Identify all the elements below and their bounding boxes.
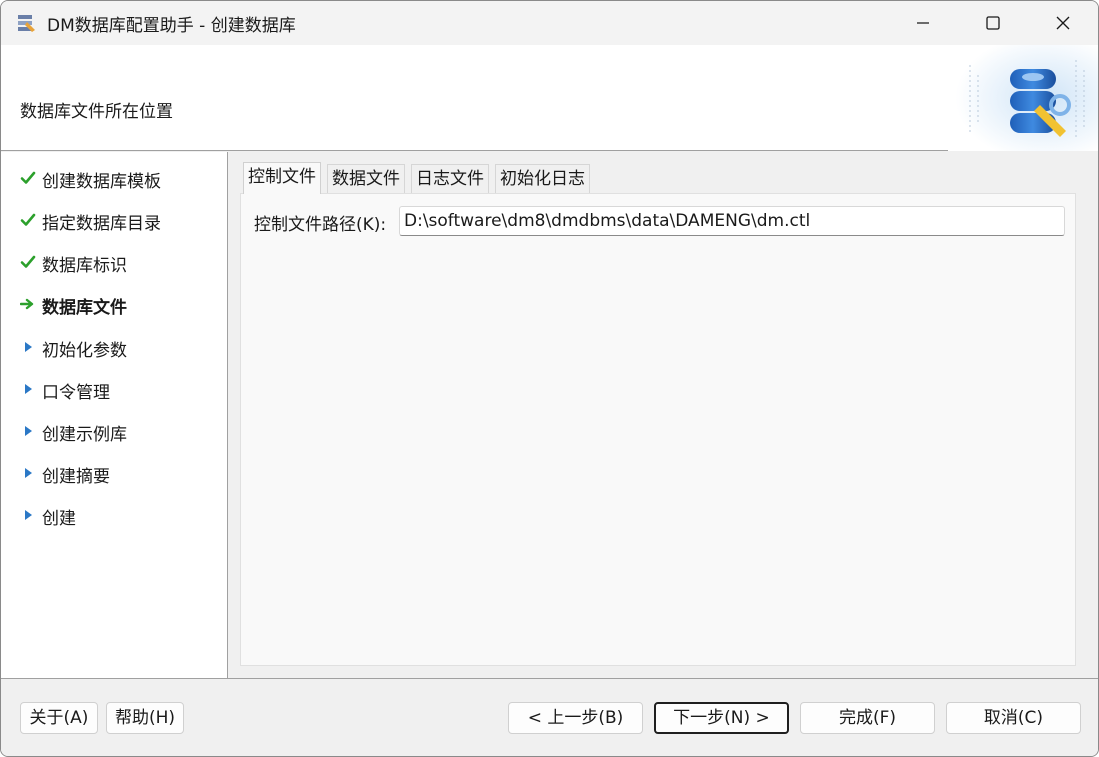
window-title: DM数据库配置助手 - 创建数据库 (47, 16, 296, 36)
content-area: 控制文件 数据文件 日志文件 初始化日志 控制文件路径(K): (229, 152, 1098, 678)
title-bar[interactable]: DM数据库配置助手 - 创建数据库 (1, 1, 1098, 45)
step-sample-db[interactable]: 创建示例库 (1, 416, 227, 446)
step-label: 初始化参数 (42, 341, 127, 361)
control-file-path-input[interactable] (399, 206, 1065, 236)
maximize-icon (986, 16, 1000, 30)
about-button[interactable]: 关于(A) (20, 702, 98, 734)
database-config-icon (948, 45, 1098, 151)
check-icon (20, 255, 36, 268)
step-db-identifier[interactable]: 数据库标识 (1, 247, 227, 277)
triangle-right-icon (25, 468, 32, 478)
wizard-steps-panel: 创建数据库模板 指定数据库目录 数据库标识 数据库文件 初始化参数 口令管理 创… (1, 152, 228, 678)
control-file-path-label: 控制文件路径(K): (254, 215, 387, 235)
triangle-right-icon (25, 426, 32, 436)
page-title: 数据库文件所在位置 (20, 102, 173, 122)
triangle-right-icon (25, 342, 32, 352)
header-banner: 数据库文件所在位置 (1, 45, 1098, 151)
step-label: 创建数据库模板 (42, 172, 161, 192)
step-label: 数据库文件 (42, 298, 127, 318)
app-icon (18, 15, 35, 32)
triangle-right-icon (25, 384, 32, 394)
right-arrow-icon (20, 298, 34, 310)
step-label: 口令管理 (42, 383, 110, 403)
step-label: 创建 (42, 509, 76, 529)
step-summary[interactable]: 创建摘要 (1, 458, 227, 488)
dialog-window: DM数据库配置助手 - 创建数据库 数据库文件所在位置 创建数据库模板 指定数据… (0, 0, 1099, 757)
minimize-icon (917, 22, 929, 24)
step-create[interactable]: 创建 (1, 500, 227, 530)
check-icon (20, 213, 36, 226)
finish-button[interactable]: 完成(F) (800, 702, 935, 734)
tab-data-file[interactable]: 数据文件 (327, 164, 405, 194)
triangle-right-icon (25, 510, 32, 520)
minimize-button[interactable] (888, 1, 958, 45)
step-password[interactable]: 口令管理 (1, 374, 227, 404)
step-label: 创建示例库 (42, 425, 127, 445)
step-label: 指定数据库目录 (42, 214, 161, 234)
next-button[interactable]: 下一步(N) > (654, 702, 789, 734)
tab-init-log[interactable]: 初始化日志 (495, 164, 590, 194)
tab-control-file[interactable]: 控制文件 (243, 162, 321, 194)
tab-log-file[interactable]: 日志文件 (411, 164, 489, 194)
step-db-files[interactable]: 数据库文件 (1, 289, 227, 319)
close-button[interactable] (1028, 1, 1098, 45)
step-db-directory[interactable]: 指定数据库目录 (1, 205, 227, 235)
step-create-template[interactable]: 创建数据库模板 (1, 163, 227, 193)
step-label: 创建摘要 (42, 467, 110, 487)
step-label: 数据库标识 (42, 256, 127, 276)
close-icon (1056, 16, 1070, 30)
maximize-button[interactable] (958, 1, 1028, 45)
control-file-tab-page: 控制文件路径(K): (240, 193, 1076, 666)
check-icon (20, 171, 36, 184)
help-button[interactable]: 帮助(H) (106, 702, 184, 734)
footer-bar: 关于(A) 帮助(H) < 上一步(B) 下一步(N) > 完成(F) 取消(C… (1, 678, 1098, 756)
prev-button[interactable]: < 上一步(B) (508, 702, 643, 734)
step-init-params[interactable]: 初始化参数 (1, 332, 227, 362)
cancel-button[interactable]: 取消(C) (946, 702, 1081, 734)
